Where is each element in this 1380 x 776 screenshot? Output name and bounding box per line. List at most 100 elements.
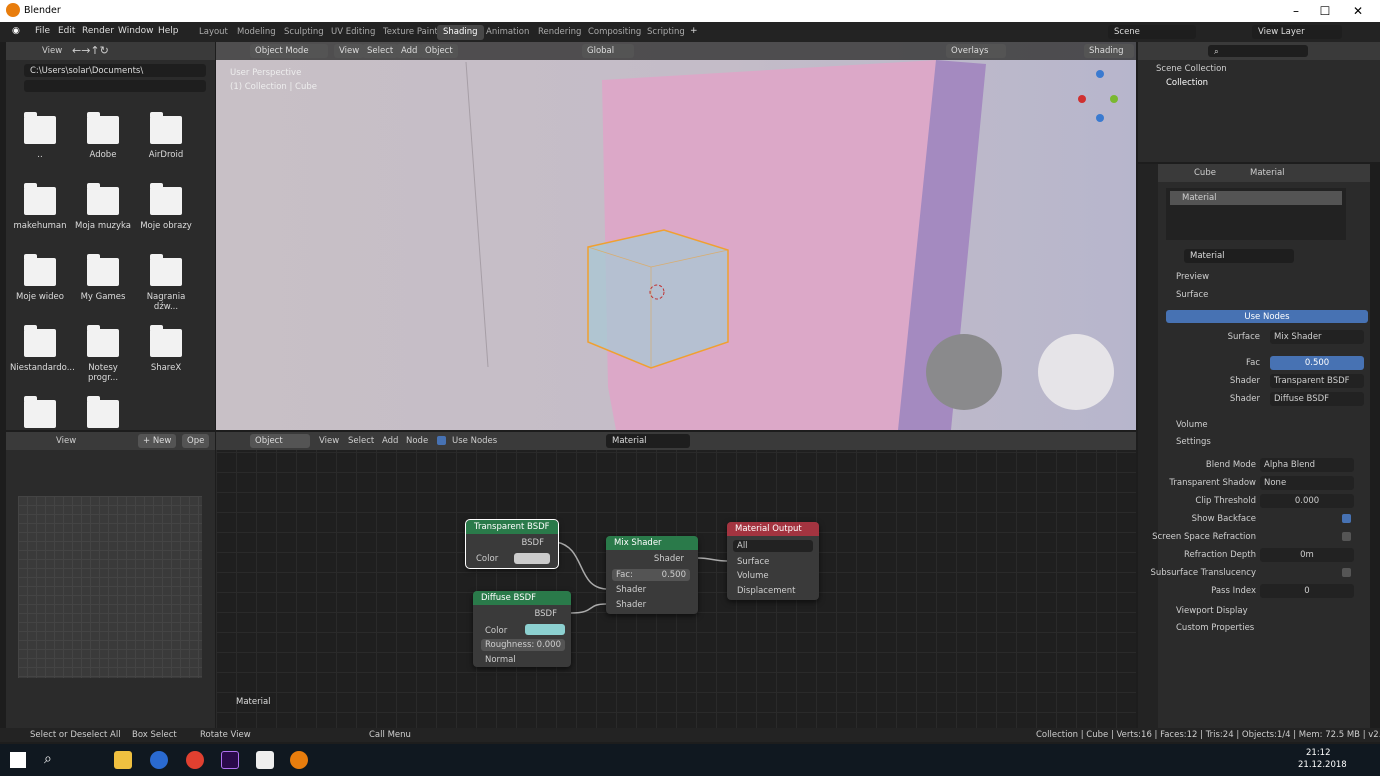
3d-viewport[interactable]: User Perspective (1) Collection | Cube [216,42,1136,430]
prop-value[interactable]: Mix Shader [1270,330,1364,344]
tab-compositing[interactable]: Compositing [582,25,647,40]
node-material-field[interactable]: Material [606,434,690,448]
new-image-button[interactable]: + New [138,434,177,448]
maximize-button[interactable]: ☐ [1311,2,1339,20]
image-editor-view-menu[interactable]: View [56,436,76,446]
shading-dropdown[interactable]: Shading [1084,44,1134,58]
viewport-display-section[interactable]: Viewport Display [1176,606,1248,616]
setting-checkbox[interactable] [1342,514,1351,523]
view-layer-selector[interactable]: View Layer [1252,25,1342,39]
node-object-dropdown[interactable]: Object [250,434,310,448]
tab-shading[interactable]: Shading [437,25,484,40]
output-target-dropdown[interactable]: All [733,540,813,552]
blender-taskbar-icon[interactable] [290,751,308,769]
filebrowser-view-menu[interactable]: View [42,46,62,56]
node-diffuse-bsdf[interactable]: Diffuse BSDF BSDF Color Roughness: 0.000 … [473,591,571,667]
tab-rendering[interactable]: Rendering [532,25,587,40]
close-button[interactable]: ✕ [1344,2,1372,20]
viewport-menu-select[interactable]: Select [362,44,399,58]
preview-section[interactable]: Preview [1176,272,1209,282]
material-name-field[interactable]: Material [1184,249,1294,263]
menu-render[interactable]: Render [82,26,114,36]
fac-field[interactable]: Fac: 0.500 [612,569,690,581]
tab-modeling[interactable]: Modeling [231,25,282,40]
setting-value[interactable]: Alpha Blend [1260,458,1354,472]
chrome-icon[interactable] [186,751,204,769]
setting-value[interactable]: 0 [1260,584,1354,598]
folder-item[interactable]: Adobe [73,108,133,173]
node-menu-view[interactable]: View [319,436,339,446]
nav-arrows-icon[interactable]: ←→↑↻ [72,44,109,57]
tab-layout[interactable]: Layout [193,25,234,40]
windows-start-icon[interactable] [10,752,26,768]
gizmo-y-icon[interactable] [1110,95,1118,103]
folder-item[interactable]: Moje wideo [10,250,70,315]
viewport-menu-object[interactable]: Object [420,44,458,58]
gizmo-neg-z-icon[interactable] [1096,114,1104,122]
menu-window[interactable]: Window [118,26,154,36]
open-image-button[interactable]: Ope [182,434,210,448]
volume-section[interactable]: Volume [1176,420,1208,430]
node-menu-add[interactable]: Add [382,436,398,446]
setting-value[interactable]: 0m [1260,548,1354,562]
menu-file[interactable]: File [35,26,50,36]
tab-uv-editing[interactable]: UV Editing [325,25,381,40]
color-swatch[interactable] [525,624,565,635]
custom-properties-section[interactable]: Custom Properties [1176,623,1254,633]
blender-menu-icon[interactable]: ◉ [12,26,20,36]
folder-item[interactable]: .. [10,108,70,173]
node-material-output[interactable]: Material Output All Surface Volume Displ… [727,522,819,600]
menu-help[interactable]: Help [158,26,179,36]
material-slot[interactable]: Material [1170,191,1342,205]
setting-value[interactable]: 0.000 [1260,494,1354,508]
node-editor[interactable]: Transparent BSDF BSDF Color Diffuse BSDF… [216,432,1136,728]
folder-item[interactable]: Moje obrazy [136,179,196,244]
folder-item[interactable]: ShareX [136,321,196,386]
folder-item[interactable]: My Games [73,250,133,315]
folder-item[interactable]: AirDroid [136,108,196,173]
roughness-field[interactable]: Roughness: 0.000 [481,639,565,651]
prop-value[interactable]: Diffuse BSDF [1270,392,1364,406]
photos-icon[interactable] [256,751,274,769]
browser-icon[interactable] [150,751,168,769]
menu-edit[interactable]: Edit [58,26,75,36]
scene-collection-label[interactable]: Scene Collection [1156,64,1227,74]
path-field[interactable]: C:\Users\solar\Documents\ [24,64,206,77]
tab-animation[interactable]: Animation [480,25,535,40]
folder-item[interactable]: makehuman [10,179,70,244]
prop-value[interactable]: Transparent BSDF [1270,374,1364,388]
minimize-button[interactable]: – [1282,2,1310,20]
tab-scripting[interactable]: Scripting [641,25,691,40]
viewport-menu-view[interactable]: View [334,44,365,58]
settings-section[interactable]: Settings [1176,437,1211,447]
collection-item[interactable]: Collection [1166,78,1208,88]
node-mix-shader[interactable]: Mix Shader Shader Fac: 0.500 Shader Shade… [606,536,698,614]
setting-checkbox[interactable] [1342,532,1351,541]
use-nodes-checkbox[interactable] [437,436,446,445]
tab-sculpting[interactable]: Sculpting [278,25,330,40]
overlays-dropdown[interactable]: Overlays [946,44,1006,58]
color-swatch[interactable] [514,553,550,564]
folder-item[interactable]: Moja muzyka [73,179,133,244]
object-mode-dropdown[interactable]: Object Mode [250,44,328,58]
scene-selector[interactable]: Scene [1108,25,1196,39]
folder-item[interactable]: Nagrania dźw... [136,250,196,315]
node-menu-select[interactable]: Select [348,436,374,446]
prop-value[interactable]: 0.500 [1270,356,1364,370]
surface-section[interactable]: Surface [1176,290,1208,300]
outliner-search-input[interactable]: ⌕ [1208,45,1308,57]
setting-checkbox[interactable] [1342,568,1351,577]
use-nodes-button[interactable]: Use Nodes [1166,310,1368,323]
orientation-dropdown[interactable]: Global [582,44,634,58]
node-transparent-bsdf[interactable]: Transparent BSDF BSDF Color [465,519,559,569]
image-canvas[interactable] [18,496,202,678]
setting-value[interactable]: None [1260,476,1354,490]
cube-object[interactable] [587,229,729,369]
image-editor[interactable] [6,450,215,728]
folder-item[interactable]: Niestandardo... [10,321,75,386]
filename-field[interactable] [24,80,206,92]
node-menu-node[interactable]: Node [406,436,428,446]
tab-texture-paint[interactable]: Texture Paint [377,25,444,40]
explorer-icon[interactable] [114,751,132,769]
viewport-menu-add[interactable]: Add [396,44,423,58]
